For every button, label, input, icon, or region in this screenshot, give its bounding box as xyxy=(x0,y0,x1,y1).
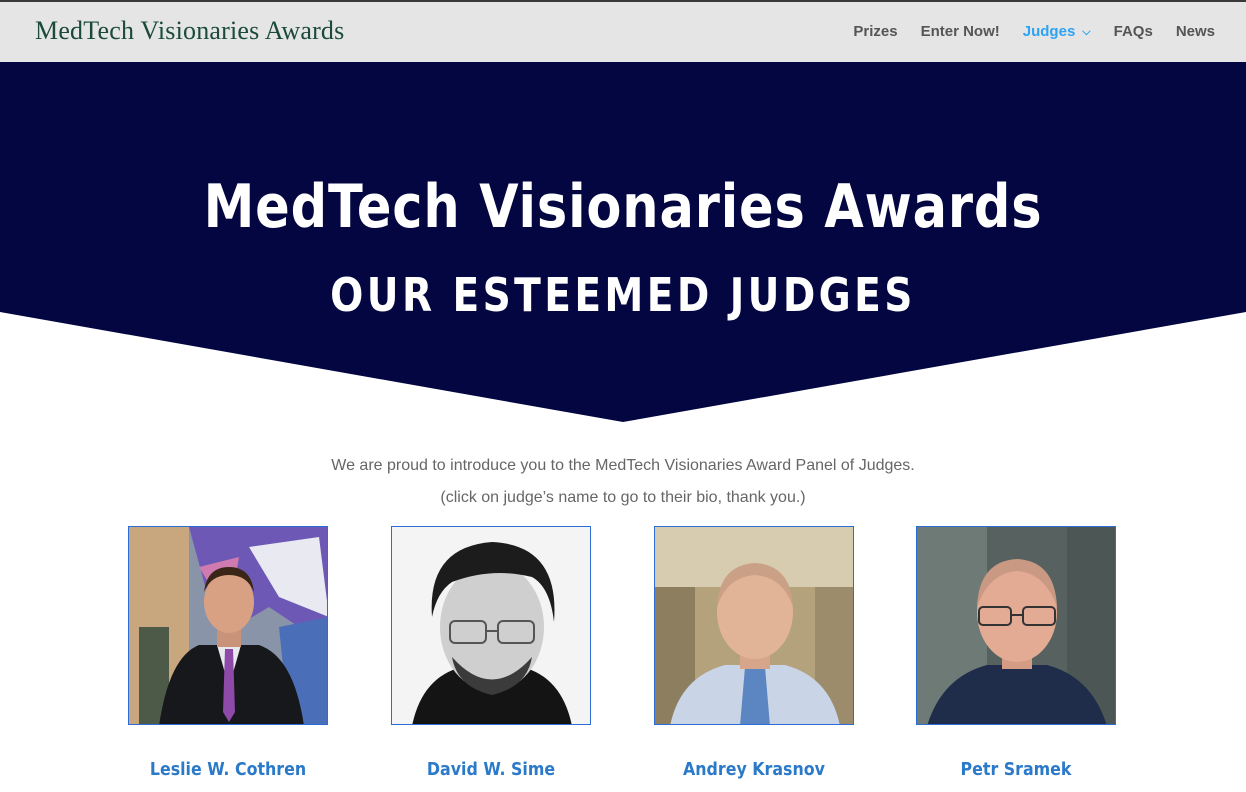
nav-item-prizes[interactable]: Prizes xyxy=(853,23,897,40)
nav-item-label: Enter Now! xyxy=(920,23,1000,40)
nav-item-news[interactable]: News xyxy=(1176,23,1215,40)
nav-item-judges[interactable]: Judges ⌵ xyxy=(1023,23,1091,40)
nav-item-label: News xyxy=(1175,23,1215,40)
judge-name-link[interactable]: Andrey Krasnov xyxy=(631,759,877,780)
nav-item-enter-now[interactable]: Enter Now! xyxy=(921,23,1000,40)
nav-item-label: Judges xyxy=(1022,23,1076,40)
judge-photo[interactable] xyxy=(128,526,328,725)
hero-background xyxy=(0,62,1246,422)
intro-line-2: (click on judge’s name to go to their bi… xyxy=(440,489,806,506)
judge-name-link[interactable]: David W. Sime xyxy=(368,759,614,780)
chevron-down-icon: ⌵ xyxy=(1082,26,1091,38)
judge-card: Andrey Krasnov xyxy=(654,526,854,780)
nav-item-label: FAQs xyxy=(1113,23,1153,40)
hero-banner: MedTech Visionaries Awards OUR ESTEEMED … xyxy=(0,62,1246,422)
hero-subtitle: OUR ESTEEMED JUDGES xyxy=(330,268,916,322)
judge-name-link[interactable]: Leslie W. Cothren xyxy=(105,759,351,780)
judge-photo[interactable] xyxy=(916,526,1116,725)
nav-item-label: Prizes xyxy=(853,23,898,40)
nav-item-faqs[interactable]: FAQs xyxy=(1114,23,1153,40)
site-header: MedTech Visionaries Awards Prizes Enter … xyxy=(0,0,1246,62)
main-nav: Prizes Enter Now! Judges ⌵ FAQs News xyxy=(830,23,1215,40)
site-logo[interactable]: MedTech Visionaries Awards xyxy=(35,16,344,46)
judge-photo[interactable] xyxy=(391,526,591,725)
judge-card: Leslie W. Cothren xyxy=(128,526,328,780)
judge-card: David W. Sime xyxy=(391,526,591,780)
intro-text: We are proud to introduce you to the Med… xyxy=(0,450,1246,514)
hero-title: MedTech Visionaries Awards xyxy=(203,172,1043,242)
intro-line-1: We are proud to introduce you to the Med… xyxy=(331,457,915,474)
judge-name-link[interactable]: Petr Sramek xyxy=(893,759,1139,780)
judge-photo[interactable] xyxy=(654,526,854,725)
judge-card: Petr Sramek xyxy=(916,526,1116,780)
